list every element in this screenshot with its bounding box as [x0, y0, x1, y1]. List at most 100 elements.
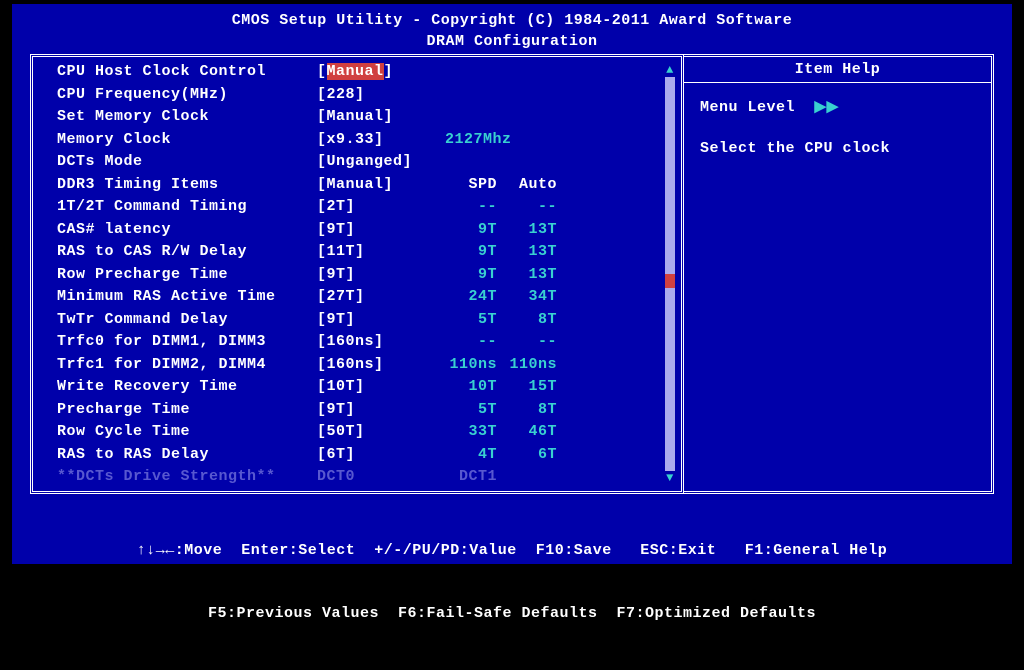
- setting-value: [9T]: [317, 309, 427, 332]
- help-panel: Item Help Menu Level ▶▶ Select the CPU c…: [684, 54, 994, 494]
- setting-spd: [427, 106, 497, 129]
- setting-value: [160ns]: [317, 354, 427, 377]
- setting-row[interactable]: 1T/2T Command Timing[2T]----: [57, 196, 673, 219]
- setting-label: Row Cycle Time: [57, 421, 317, 444]
- setting-value: [27T]: [317, 286, 427, 309]
- bios-header: CMOS Setup Utility - Copyright (C) 1984-…: [12, 4, 1012, 54]
- setting-spd: 9T: [427, 264, 497, 287]
- setting-spd: [427, 151, 497, 174]
- menu-level-arrows-icon: ▶▶: [815, 99, 839, 116]
- setting-spd: 9T: [427, 241, 497, 264]
- setting-auto: 13T: [497, 264, 557, 287]
- setting-row[interactable]: Write Recovery Time[10T]10T15T: [57, 376, 673, 399]
- setting-value: DCT0: [317, 466, 427, 489]
- setting-row[interactable]: Trfc0 for DIMM1, DIMM3[160ns]----: [57, 331, 673, 354]
- setting-spd: 110ns: [427, 354, 497, 377]
- scrollbar[interactable]: ▲ ▼: [663, 63, 677, 485]
- setting-label: Set Memory Clock: [57, 106, 317, 129]
- setting-auto: 13T: [497, 241, 557, 264]
- setting-label: Trfc1 for DIMM2, DIMM4: [57, 354, 317, 377]
- setting-auto: [497, 84, 557, 107]
- setting-label: RAS to CAS R/W Delay: [57, 241, 317, 264]
- bios-title: CMOS Setup Utility - Copyright (C) 1984-…: [12, 10, 1012, 31]
- setting-row[interactable]: Memory Clock[x9.33]2127Mhz: [57, 129, 673, 152]
- setting-row[interactable]: CAS# latency[9T]9T13T: [57, 219, 673, 242]
- setting-label: DCTs Mode: [57, 151, 317, 174]
- setting-row[interactable]: TwTr Command Delay[9T]5T8T: [57, 309, 673, 332]
- setting-row[interactable]: DCTs Mode[Unganged]: [57, 151, 673, 174]
- setting-value: [11T]: [317, 241, 427, 264]
- menu-level: Menu Level ▶▶: [700, 97, 975, 120]
- setting-spd: [427, 61, 497, 84]
- scroll-thumb[interactable]: [665, 274, 675, 288]
- setting-label: Memory Clock: [57, 129, 317, 152]
- setting-value: [9T]: [317, 399, 427, 422]
- setting-auto: 46T: [497, 421, 557, 444]
- setting-spd: 5T: [427, 309, 497, 332]
- setting-spd: 9T: [427, 219, 497, 242]
- setting-row[interactable]: CPU Frequency(MHz)[228]: [57, 84, 673, 107]
- setting-auto: 13T: [497, 219, 557, 242]
- setting-auto: --: [497, 196, 557, 219]
- setting-extra: 2127Mhz: [445, 129, 512, 152]
- setting-auto: [497, 106, 557, 129]
- setting-label: CPU Host Clock Control: [57, 61, 317, 84]
- setting-value: [Unganged]: [317, 151, 427, 174]
- setting-auto: 6T: [497, 444, 557, 467]
- setting-auto: 34T: [497, 286, 557, 309]
- setting-auto: 8T: [497, 399, 557, 422]
- setting-label: RAS to RAS Delay: [57, 444, 317, 467]
- setting-row[interactable]: Row Cycle Time[50T]33T46T: [57, 421, 673, 444]
- footer-line1: ↑↓→←:Move Enter:Select +/-/PU/PD:Value F…: [30, 540, 994, 561]
- setting-spd: 24T: [427, 286, 497, 309]
- setting-value: [50T]: [317, 421, 427, 444]
- scroll-down-icon[interactable]: ▼: [663, 471, 677, 485]
- setting-value: [10T]: [317, 376, 427, 399]
- setting-row[interactable]: RAS to CAS R/W Delay[11T]9T13T: [57, 241, 673, 264]
- setting-value: [Manual]: [317, 174, 427, 197]
- setting-value: [9T]: [317, 264, 427, 287]
- settings-panel: CPU Host Clock Control[Manual]CPU Freque…: [30, 54, 684, 494]
- setting-label: Precharge Time: [57, 399, 317, 422]
- setting-row[interactable]: DDR3 Timing Items[Manual]SPDAuto: [57, 174, 673, 197]
- setting-auto: [497, 151, 557, 174]
- setting-label: Minimum RAS Active Time: [57, 286, 317, 309]
- setting-label: DDR3 Timing Items: [57, 174, 317, 197]
- setting-row[interactable]: Set Memory Clock[Manual]: [57, 106, 673, 129]
- setting-auto: [497, 466, 557, 489]
- setting-spd: 10T: [427, 376, 497, 399]
- setting-row[interactable]: CPU Host Clock Control[Manual]: [57, 61, 673, 84]
- scroll-track[interactable]: [665, 77, 675, 471]
- setting-spd: DCT1: [427, 466, 497, 489]
- setting-auto: Auto: [497, 174, 557, 197]
- setting-auto: [497, 61, 557, 84]
- setting-spd: SPD: [427, 174, 497, 197]
- bios-subtitle: DRAM Configuration: [12, 31, 1012, 52]
- setting-label: 1T/2T Command Timing: [57, 196, 317, 219]
- setting-auto: --: [497, 331, 557, 354]
- setting-row[interactable]: Precharge Time[9T]5T8T: [57, 399, 673, 422]
- setting-row[interactable]: Trfc1 for DIMM2, DIMM4[160ns]110ns110ns: [57, 354, 673, 377]
- setting-row[interactable]: Row Precharge Time[9T]9T13T: [57, 264, 673, 287]
- setting-spd: 33T: [427, 421, 497, 444]
- setting-label: Row Precharge Time: [57, 264, 317, 287]
- setting-value: [228]: [317, 84, 427, 107]
- setting-spd: --: [427, 331, 497, 354]
- setting-label: Write Recovery Time: [57, 376, 317, 399]
- help-description: Select the CPU clock: [700, 138, 975, 161]
- setting-row[interactable]: RAS to RAS Delay[6T]4T6T: [57, 444, 673, 467]
- setting-label: **DCTs Drive Strength**: [57, 466, 317, 489]
- setting-row[interactable]: Minimum RAS Active Time[27T]24T34T: [57, 286, 673, 309]
- setting-value: [9T]: [317, 219, 427, 242]
- scroll-up-icon[interactable]: ▲: [663, 63, 677, 77]
- footer-line2: F5:Previous Values F6:Fail-Safe Defaults…: [30, 603, 994, 624]
- setting-value: [6T]: [317, 444, 427, 467]
- setting-auto: 8T: [497, 309, 557, 332]
- setting-label: Trfc0 for DIMM1, DIMM3: [57, 331, 317, 354]
- setting-spd: 5T: [427, 399, 497, 422]
- setting-row: **DCTs Drive Strength**DCT0DCT1: [57, 466, 673, 489]
- setting-label: CPU Frequency(MHz): [57, 84, 317, 107]
- setting-value: [Manual]: [317, 106, 427, 129]
- setting-value: [Manual]: [317, 61, 427, 84]
- setting-auto: 110ns: [497, 354, 557, 377]
